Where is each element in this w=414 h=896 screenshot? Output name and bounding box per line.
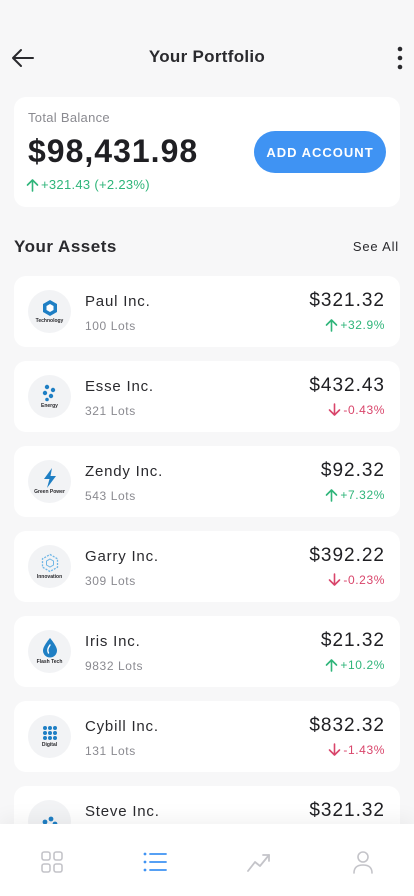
asset-name: Steve Inc. — [85, 803, 160, 820]
logo-label: Energy — [41, 403, 58, 409]
assets-section-title: Your Assets — [14, 237, 117, 256]
asset-card-iris[interactable]: Flash Tech Iris Inc. 9832 Lots $21.32 +1… — [14, 616, 400, 687]
company-logo: Green Power — [28, 460, 71, 503]
asset-price: $321.32 — [309, 800, 385, 821]
balance-label: Total Balance — [28, 110, 110, 125]
asset-card-zendy[interactable]: Green Power Zendy Inc. 543 Lots $92.32 +… — [14, 446, 400, 517]
list-icon — [143, 852, 167, 872]
asset-lots: 309 Lots — [85, 574, 136, 588]
balance-change-text: +321.43 (+2.23%) — [41, 177, 150, 192]
more-options-button[interactable] — [392, 44, 408, 72]
lightning-icon — [43, 468, 56, 488]
asset-change-text: +32.9% — [340, 318, 385, 332]
nav-portfolio[interactable] — [141, 848, 169, 876]
asset-price: $432.43 — [309, 375, 385, 396]
arrow-down-icon — [329, 573, 341, 586]
asset-change: -0.43% — [328, 403, 385, 417]
logo-label: Flash Tech — [36, 659, 63, 665]
nav-market[interactable] — [245, 848, 273, 876]
arrow-up-icon — [326, 319, 338, 332]
company-logo: Innovation — [28, 545, 71, 588]
asset-change-text: -1.43% — [343, 743, 385, 757]
bottom-navigation — [0, 824, 414, 896]
more-vertical-icon — [397, 46, 403, 70]
asset-lots: 100 Lots — [85, 319, 136, 333]
total-balance-card: Total Balance $98,431.98 +321.43 (+2.23%… — [14, 97, 400, 207]
asset-price: $321.32 — [309, 290, 385, 311]
asset-list: Technology Paul Inc. 100 Lots $321.32 +3… — [14, 276, 400, 871]
asset-change: +10.2% — [325, 658, 385, 672]
company-logo: Flash Tech — [28, 630, 71, 673]
asset-lots: 321 Lots — [85, 404, 136, 418]
asset-card-cybill[interactable]: Digital Cybill Inc. 131 Lots $832.32 -1.… — [14, 701, 400, 772]
asset-name: Esse Inc. — [85, 378, 154, 395]
page-title: Your Portfolio — [148, 47, 266, 66]
dots-grid-icon — [42, 726, 57, 740]
asset-change-text: -0.23% — [343, 573, 385, 587]
hex-outline-icon — [41, 553, 58, 573]
logo-label: Digital — [41, 742, 58, 748]
asset-lots: 9832 Lots — [85, 659, 144, 673]
logo-label: Technology — [35, 318, 64, 324]
asset-name: Zendy Inc. — [85, 463, 164, 480]
company-logo: Digital — [28, 715, 71, 758]
arrow-up-icon — [326, 489, 338, 502]
arrow-up-icon — [326, 659, 338, 672]
asset-price: $832.32 — [309, 715, 385, 736]
asset-card-garry[interactable]: Innovation Garry Inc. 309 Lots $392.22 -… — [14, 531, 400, 602]
logo-label: Innovation — [36, 574, 63, 580]
balance-amount: $98,431.98 — [28, 133, 199, 169]
molecule-icon — [42, 384, 55, 402]
arrow-up-icon — [26, 178, 39, 192]
asset-lots: 131 Lots — [85, 744, 136, 758]
hexagon-icon — [42, 300, 57, 316]
asset-card-esse[interactable]: Energy Esse Inc. 321 Lots $432.43 -0.43% — [14, 361, 400, 432]
asset-name: Cybill Inc. — [85, 718, 159, 735]
asset-price: $21.32 — [320, 630, 385, 651]
asset-change-text: +7.32% — [340, 488, 385, 502]
asset-change-text: +10.2% — [340, 658, 385, 672]
add-account-button[interactable]: ADD ACCOUNT — [254, 131, 386, 173]
asset-change: -0.23% — [328, 573, 385, 587]
profile-icon — [353, 851, 373, 874]
asset-name: Garry Inc. — [85, 548, 159, 565]
nav-profile[interactable] — [349, 848, 377, 876]
company-logo: Energy — [28, 375, 71, 418]
see-all-link[interactable]: See All — [353, 239, 399, 254]
balance-change: +321.43 (+2.23%) — [26, 177, 150, 192]
grid-icon — [41, 851, 63, 873]
asset-card-paul[interactable]: Technology Paul Inc. 100 Lots $321.32 +3… — [14, 276, 400, 347]
asset-name: Iris Inc. — [85, 633, 141, 650]
drop-icon — [42, 638, 57, 658]
arrow-down-icon — [329, 403, 341, 416]
asset-change: +7.32% — [325, 488, 385, 502]
nav-dashboard[interactable] — [38, 848, 66, 876]
asset-price: $92.32 — [320, 460, 385, 481]
asset-name: Paul Inc. — [85, 293, 151, 310]
asset-lots: 543 Lots — [85, 489, 136, 503]
company-logo: Technology — [28, 290, 71, 333]
asset-change: +32.9% — [325, 318, 385, 332]
arrow-down-icon — [329, 743, 341, 756]
trend-chart-icon — [247, 854, 270, 872]
asset-price: $392.22 — [309, 545, 385, 566]
asset-change-text: -0.43% — [343, 403, 385, 417]
logo-label: Green Power — [34, 489, 65, 495]
asset-change: -1.43% — [328, 743, 385, 757]
